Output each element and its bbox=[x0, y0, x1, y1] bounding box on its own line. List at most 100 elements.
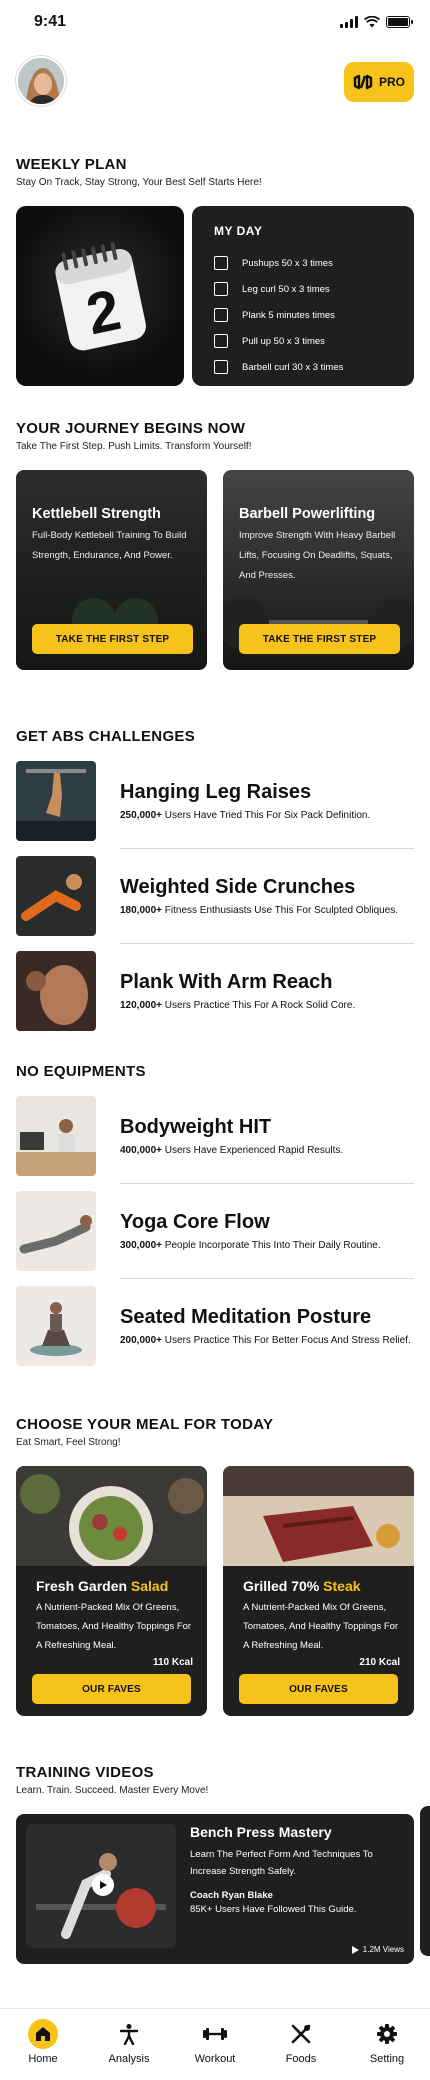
exercise-thumbnail bbox=[16, 1096, 96, 1176]
meal-subtitle: Eat Smart, Feel Strong! bbox=[16, 1437, 121, 1448]
battery-icon bbox=[386, 16, 413, 28]
task-label: Pull up 50 x 3 times bbox=[242, 335, 325, 347]
kettlebell-card[interactable]: Kettlebell Strength Full-Body Kettlebell… bbox=[16, 470, 207, 670]
person-icon bbox=[114, 2019, 144, 2049]
video-thumbnail[interactable] bbox=[26, 1824, 176, 1948]
exercise-thumbnail bbox=[16, 761, 96, 841]
coach-name: Coach Ryan Blake bbox=[190, 1890, 273, 1901]
play-icon[interactable] bbox=[92, 1874, 114, 1896]
exercise-thumbnail bbox=[16, 1191, 96, 1271]
video-views: 1.2M Views bbox=[351, 1945, 404, 1954]
task-item[interactable]: Barbell curl 30 x 3 times bbox=[214, 354, 392, 380]
barbell-card[interactable]: Barbell Powerlifting Improve Strength Wi… bbox=[223, 470, 414, 670]
nav-label: Analysis bbox=[108, 2053, 150, 2065]
videos-title: TRAINING VIDEOS bbox=[16, 1764, 154, 1781]
nav-analysis[interactable]: Analysis bbox=[94, 2019, 164, 2080]
bottom-nav: Home Analysis Workout Foods Setting bbox=[0, 2008, 430, 2080]
nav-home[interactable]: Home bbox=[8, 2019, 78, 2080]
home-icon bbox=[28, 2019, 58, 2049]
take-first-step-button[interactable]: TAKE THE FIRST STEP bbox=[32, 624, 193, 654]
task-item[interactable]: Pushups 50 x 3 times bbox=[214, 250, 392, 276]
nav-label: Setting bbox=[369, 2053, 405, 2065]
meal-card-title: Fresh Garden Salad bbox=[36, 1578, 169, 1594]
meal-card-title: Grilled 70% Steak bbox=[243, 1578, 361, 1594]
list-item[interactable]: Yoga Core Flow 300,000+ People Incorporat… bbox=[0, 1191, 430, 1279]
item-title: Yoga Core Flow bbox=[120, 1211, 270, 1233]
meal-card-desc: A Nutrient-Packed Mix Of Greens, Tomatoe… bbox=[36, 1602, 192, 1651]
status-icons bbox=[340, 16, 413, 28]
task-item[interactable]: Leg curl 50 x 3 times bbox=[214, 276, 392, 302]
journey-card-title: Kettlebell Strength bbox=[32, 506, 161, 522]
list-item[interactable]: Bodyweight HIT 400,000+ Users Have Experi… bbox=[0, 1096, 430, 1184]
gear-icon bbox=[372, 2019, 402, 2049]
avatar[interactable] bbox=[16, 56, 66, 106]
task-item[interactable]: Plank 5 minutes times bbox=[214, 302, 392, 328]
take-first-step-button[interactable]: TAKE THE FIRST STEP bbox=[239, 624, 400, 654]
task-checkbox[interactable] bbox=[214, 282, 228, 296]
video-followers: 85K+ Users Have Followed This Guide. bbox=[190, 1904, 357, 1915]
status-bar: 9:41 bbox=[0, 0, 430, 44]
meal-card[interactable]: Fresh Garden Salad A Nutrient-Packed Mix… bbox=[16, 1466, 207, 1716]
task-checkbox[interactable] bbox=[214, 256, 228, 270]
wifi-icon bbox=[364, 16, 380, 28]
journey-card-desc: Improve Strength With Heavy Barbell Lift… bbox=[239, 530, 396, 581]
list-item[interactable]: Plank With Arm Reach 120,000+ Users Pract… bbox=[0, 951, 430, 1031]
no-equipments-section: NO EQUIPMENTS Bodyweight HIT 400,000+ Use… bbox=[0, 1063, 430, 1366]
list-item[interactable]: Weighted Side Crunches 180,000+ Fitness E… bbox=[0, 856, 430, 944]
nav-label: Workout bbox=[194, 2053, 236, 2065]
list-item[interactable]: Seated Meditation Posture 200,000+ Users … bbox=[0, 1286, 430, 1366]
our-faves-button[interactable]: OUR FAVES bbox=[239, 1674, 398, 1704]
divider bbox=[120, 848, 414, 849]
nav-workout[interactable]: Workout bbox=[180, 2019, 250, 2080]
next-video-card-peek[interactable] bbox=[420, 1806, 430, 1956]
my-day-title: MY DAY bbox=[214, 224, 263, 238]
meal-section: CHOOSE YOUR MEAL FOR TODAY Eat Smart, Fe… bbox=[0, 1416, 430, 1716]
item-desc: 400,000+ Users Have Experienced Rapid Re… bbox=[120, 1145, 344, 1156]
our-faves-button[interactable]: OUR FAVES bbox=[32, 1674, 191, 1704]
task-item[interactable]: Pull up 50 x 3 times bbox=[214, 328, 392, 354]
my-day-card: MY DAY Pushups 50 x 3 times Leg curl 50 … bbox=[192, 206, 414, 386]
calendar-icon: 2 bbox=[55, 242, 146, 351]
exercise-thumbnail bbox=[16, 951, 96, 1031]
pro-button[interactable]: PRO bbox=[344, 62, 414, 102]
divider bbox=[120, 943, 414, 944]
item-desc: 120,000+ Users Practice This For A Rock … bbox=[120, 1000, 356, 1011]
nav-setting[interactable]: Setting bbox=[352, 2019, 422, 2080]
play-small-icon bbox=[351, 1945, 359, 1954]
abs-section: GET ABS CHALLENGES Hanging Leg Raises 250… bbox=[0, 728, 430, 1031]
weekly-plan-subtitle: Stay On Track, Stay Strong, Your Best Se… bbox=[16, 177, 262, 188]
status-time: 9:41 bbox=[34, 13, 67, 30]
item-title: Seated Meditation Posture bbox=[120, 1306, 372, 1328]
abs-title: GET ABS CHALLENGES bbox=[16, 728, 196, 745]
journey-subtitle: Take The First Step. Push Limits. Transf… bbox=[16, 441, 252, 452]
calendar-card[interactable]: 2 bbox=[16, 206, 184, 386]
weekly-plan-title: WEEKLY PLAN bbox=[16, 156, 127, 173]
list-item[interactable]: Hanging Leg Raises 250,000+ Users Have Tr… bbox=[0, 761, 430, 849]
nav-foods[interactable]: Foods bbox=[266, 2019, 336, 2080]
nav-label: Foods bbox=[285, 2053, 317, 2065]
task-label: Leg curl 50 x 3 times bbox=[242, 283, 330, 295]
pro-label: PRO bbox=[378, 75, 405, 89]
item-title: Bodyweight HIT bbox=[120, 1116, 272, 1138]
item-desc: 250,000+ Users Have Tried This For Six P… bbox=[120, 810, 371, 821]
item-desc: 180,000+ Fitness Enthusiasts Use This Fo… bbox=[120, 905, 399, 916]
task-checkbox[interactable] bbox=[214, 308, 228, 322]
journey-card-desc: Full-Body Kettlebell Training To Build S… bbox=[32, 530, 187, 561]
videos-subtitle: Learn. Train. Succeed. Master Every Move… bbox=[16, 1785, 209, 1796]
meal-kcal: 210 Kcal bbox=[359, 1657, 400, 1668]
app-header: PRO bbox=[0, 44, 430, 120]
meal-title: CHOOSE YOUR MEAL FOR TODAY bbox=[16, 1416, 274, 1433]
task-checkbox[interactable] bbox=[214, 334, 228, 348]
item-title: Plank With Arm Reach bbox=[120, 971, 333, 993]
meal-kcal: 110 Kcal bbox=[152, 1657, 193, 1668]
item-desc: 300,000+ People Incorporate This Into Th… bbox=[120, 1240, 381, 1251]
weekly-plan-section: WEEKLY PLAN Stay On Track, Stay Strong, … bbox=[0, 156, 430, 386]
nav-label: Home bbox=[28, 2053, 58, 2065]
item-title: Hanging Leg Raises bbox=[120, 781, 312, 803]
meal-card[interactable]: Grilled 70% Steak A Nutrient-Packed Mix … bbox=[223, 1466, 414, 1716]
pro-logo-icon bbox=[353, 74, 373, 90]
task-label: Barbell curl 30 x 3 times bbox=[242, 361, 344, 373]
video-card[interactable]: Bench Press Mastery Learn The Perfect Fo… bbox=[16, 1814, 414, 1964]
task-checkbox[interactable] bbox=[214, 360, 228, 374]
video-desc: Learn The Perfect Form And Techniques To… bbox=[190, 1849, 373, 1877]
